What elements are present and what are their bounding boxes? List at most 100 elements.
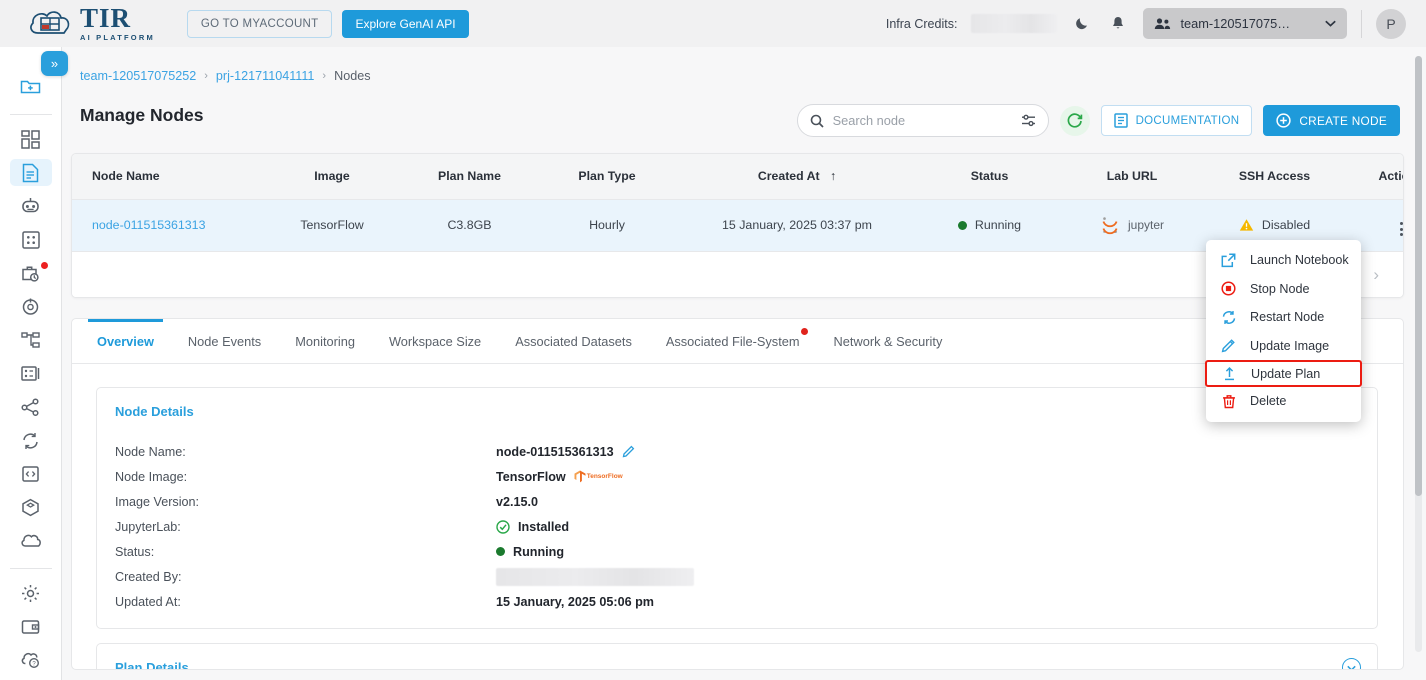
team-selector[interactable]: team-120517075… [1143, 8, 1347, 39]
sidebar-item-datasets[interactable] [10, 226, 52, 254]
jupyter-label: jupyter [1127, 218, 1165, 232]
top-bar-right: Infra Credits: team-120517075… P [886, 8, 1412, 39]
nodes-table: Node Name Image Plan Name Plan Type Crea… [72, 154, 1403, 252]
tab-associated-datasets[interactable]: Associated Datasets [498, 319, 649, 363]
logo-subtitle: AI PLATFORM [80, 33, 155, 43]
next-page-button[interactable]: › [1367, 265, 1385, 285]
kebab-menu-icon[interactable] [1399, 222, 1403, 236]
cell-node-name: node-011515361313 [72, 199, 262, 252]
bell-icon[interactable] [1107, 13, 1129, 35]
tab-network-security[interactable]: Network & Security [817, 319, 960, 363]
menu-item-stop-node[interactable]: Stop Node [1206, 275, 1361, 304]
field-node-name-value: node-011515361313 [496, 445, 635, 459]
go-to-myaccount-button[interactable]: GO TO MYACCOUNT [186, 9, 333, 38]
column-header-plan-type[interactable]: Plan Type [537, 154, 677, 200]
sort-ascending-icon[interactable]: ↑ [830, 169, 836, 183]
top-bar-divider [1361, 9, 1362, 38]
pipeline-icon [21, 331, 40, 348]
node-details-title: Node Details [115, 404, 194, 419]
plan-details-expand-button[interactable] [1342, 658, 1361, 669]
documentation-label: DOCUMENTATION [1135, 114, 1240, 127]
sidebar-divider [9, 113, 52, 115]
column-header-actions: Actions [1347, 154, 1403, 200]
create-node-button[interactable]: CREATE NODE [1263, 105, 1400, 136]
page-scrollbar-track[interactable] [1415, 56, 1422, 652]
sidebar-item-dashboard[interactable] [10, 125, 52, 153]
sidebar-expand-button[interactable]: » [41, 51, 68, 76]
sidebar-item-models[interactable] [10, 192, 52, 220]
cell-plan-type: Hourly [537, 199, 677, 252]
target-icon [22, 298, 39, 315]
breadcrumb-team-link[interactable]: team-120517075252 [80, 69, 196, 83]
menu-item-update-plan[interactable]: Update Plan [1205, 360, 1362, 387]
breadcrumb-current: Nodes [334, 69, 371, 83]
sidebar-item-jobs[interactable] [10, 259, 52, 287]
status-dot-green [957, 220, 967, 230]
status-value-text: Running [513, 544, 565, 559]
documentation-button[interactable]: DOCUMENTATION [1100, 105, 1253, 136]
sidebar-item-cloud[interactable] [10, 527, 52, 555]
sidebar-item-share[interactable] [10, 393, 52, 421]
column-header-status[interactable]: Status [917, 154, 1062, 200]
field-created-by-key: Created By: [115, 569, 182, 584]
column-header-lab-url[interactable]: Lab URL [1062, 154, 1202, 200]
node-name-link[interactable]: node-011515361313 [92, 218, 205, 232]
table-row[interactable]: node-011515361313 TensorFlow C3.8GB Hour… [72, 199, 1403, 252]
sidebar-item-folder-add[interactable] [10, 73, 52, 101]
field-image-version-key: Image Version: [115, 494, 200, 509]
sidebar-item-billing[interactable] [10, 613, 52, 641]
search-input[interactable] [832, 113, 1012, 128]
breadcrumb-project-link[interactable]: prj-121711041111 [216, 69, 315, 83]
avatar[interactable]: P [1376, 8, 1406, 39]
sidebar-item-registry[interactable] [10, 494, 52, 522]
sidebar-item-servers[interactable] [10, 360, 52, 388]
tab-overview[interactable]: Overview [80, 319, 171, 363]
field-node-name: Node Name: node-011515361313 [115, 439, 1377, 464]
tir-logo[interactable]: TIR AI PLATFORM [28, 5, 155, 42]
pagination: Rows per page ‹ › [72, 251, 1403, 297]
search-box[interactable] [796, 104, 1049, 137]
trash-icon [1220, 394, 1237, 409]
field-status: Status: Running [115, 539, 1377, 564]
tab-node-events[interactable]: Node Events [171, 319, 278, 363]
field-updated-at-value: 15 January, 2025 05:06 pm [496, 594, 654, 609]
field-node-image-key: Node Image: [115, 469, 188, 484]
jupyter-link[interactable]: jupyter [1062, 215, 1202, 235]
dashboard-grid-icon [21, 129, 40, 149]
column-header-node-name[interactable]: Node Name [72, 154, 262, 200]
sidebar-item-settings[interactable] [10, 580, 52, 608]
breadcrumb: team-120517075252 › prj-121711041111 › N… [71, 69, 1391, 83]
column-header-created-at[interactable]: Created At ↑ [677, 154, 917, 200]
sidebar-item-pipelines[interactable] [10, 326, 52, 354]
menu-item-update-plan-label: Update Plan [1251, 366, 1321, 381]
field-jupyterlab-key: JupyterLab: [115, 519, 181, 534]
menu-item-update-image[interactable]: Update Image [1206, 332, 1361, 361]
tab-associated-file-system-label: Associated File-System [665, 333, 800, 349]
sidebar-item-nodes[interactable] [9, 158, 52, 187]
refresh-button[interactable] [1059, 105, 1090, 136]
tab-associated-file-system[interactable]: Associated File-System [649, 319, 817, 363]
jupyter-icon [1102, 217, 1118, 235]
filter-sliders-icon [1021, 114, 1035, 127]
field-updated-at-key: Updated At: [115, 594, 181, 609]
tab-monitoring[interactable]: Monitoring [278, 319, 372, 363]
tab-workspace-size[interactable]: Workspace Size [372, 319, 498, 363]
moon-icon[interactable] [1071, 13, 1093, 35]
cell-status: Running [917, 199, 1062, 252]
column-header-ssh-access[interactable]: SSH Access [1202, 154, 1347, 200]
explore-genai-api-button[interactable]: Explore GenAI API [342, 9, 469, 38]
menu-item-launch-notebook[interactable]: Launch Notebook [1206, 246, 1361, 275]
menu-item-restart-node-label: Restart Node [1250, 310, 1325, 325]
sidebar-item-inference[interactable] [10, 293, 52, 321]
column-header-image[interactable]: Image [262, 154, 402, 200]
page-scrollbar-thumb[interactable] [1415, 56, 1422, 496]
sidebar-item-code[interactable] [10, 460, 52, 488]
sidebar-item-sync[interactable] [10, 427, 52, 455]
menu-item-restart-node[interactable]: Restart Node [1206, 303, 1361, 332]
sidebar-item-support[interactable]: ? [10, 647, 52, 675]
menu-item-delete[interactable]: Delete [1206, 387, 1361, 416]
chevron-down-icon [1347, 665, 1356, 669]
column-header-plan-name[interactable]: Plan Name [402, 154, 537, 200]
upload-arrow-icon [1221, 366, 1238, 381]
share-nodes-icon [21, 398, 39, 416]
